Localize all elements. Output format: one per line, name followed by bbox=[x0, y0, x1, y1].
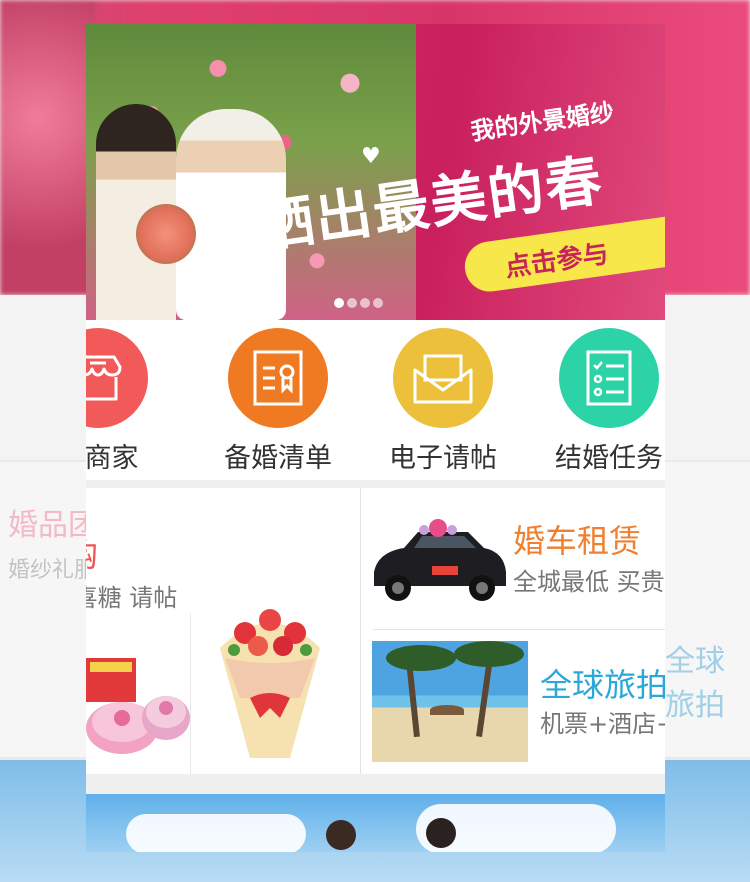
category-label: 电子请帖 bbox=[389, 443, 497, 474]
grid-divider bbox=[190, 613, 191, 774]
promo-card-travel[interactable]: 全球旅拍 机票+酒店+拍摄 bbox=[361, 630, 665, 774]
join-button-label: 点击参与 bbox=[503, 239, 611, 284]
gift-boxes-image bbox=[86, 658, 190, 754]
category-label: 结婚任务 bbox=[555, 443, 663, 474]
checklist-icon bbox=[559, 328, 659, 428]
section-divider bbox=[86, 480, 665, 488]
category-wedding-checklist[interactable]: 备婚清单 bbox=[223, 328, 333, 475]
category-row: 找商家 备婚清单 电子请帖 结婚任务 bbox=[86, 320, 665, 480]
promo-shop-subtitle: 婚纱礼服 喜糖 请帖 bbox=[86, 584, 178, 612]
carousel-indicator[interactable] bbox=[334, 298, 383, 308]
promo-grid: 婚品团购 婚纱礼服 喜糖 请帖 bbox=[86, 488, 665, 774]
bride-figure bbox=[326, 820, 356, 850]
category-e-invitation[interactable]: 电子请帖 bbox=[388, 328, 498, 475]
promo-card-car[interactable]: 婚车租赁 全城最低 买贵退钱 bbox=[361, 488, 665, 629]
promo-shop-title: 婚品团购 bbox=[86, 530, 98, 576]
promo-travel-subtitle: 机票+酒店+拍摄 bbox=[540, 710, 665, 738]
promo-card-shop[interactable]: 婚品团购 婚纱礼服 喜糖 请帖 bbox=[86, 488, 360, 774]
promo-travel-title: 全球旅拍 bbox=[540, 666, 665, 704]
category-find-vendor[interactable]: 找商家 bbox=[86, 328, 153, 475]
envelope-icon bbox=[393, 328, 493, 428]
flower-bouquet-image bbox=[220, 609, 320, 758]
category-label: 备婚清单 bbox=[224, 443, 332, 474]
certificate-icon bbox=[228, 328, 328, 428]
wedding-photo-banner[interactable] bbox=[86, 794, 665, 852]
section-divider bbox=[86, 774, 665, 794]
wedding-car-image bbox=[374, 519, 506, 601]
promo-car-title: 婚车租赁 bbox=[513, 522, 642, 560]
beach-photo bbox=[372, 641, 528, 762]
carousel-dot[interactable] bbox=[360, 298, 370, 308]
carousel-dot[interactable] bbox=[347, 298, 357, 308]
bouquet-figure bbox=[136, 204, 196, 264]
background-ghost-travel-title: 全球旅拍 bbox=[665, 644, 725, 723]
groom-figure bbox=[426, 818, 456, 848]
app-screen: 我的外景婚纱 ♥ 晒出最美的春 点击参与 找商家 备婚清单 bbox=[86, 24, 665, 852]
promo-car-subtitle: 全城最低 买贵退钱 bbox=[513, 568, 665, 596]
carousel-dot[interactable] bbox=[334, 298, 344, 308]
category-wedding-tasks[interactable]: 结婚任务 bbox=[554, 328, 664, 475]
shop-icon bbox=[86, 328, 148, 428]
category-label: 找商家 bbox=[86, 443, 139, 474]
carousel-dot[interactable] bbox=[373, 298, 383, 308]
promo-banner[interactable]: 我的外景婚纱 ♥ 晒出最美的春 点击参与 bbox=[86, 24, 665, 320]
